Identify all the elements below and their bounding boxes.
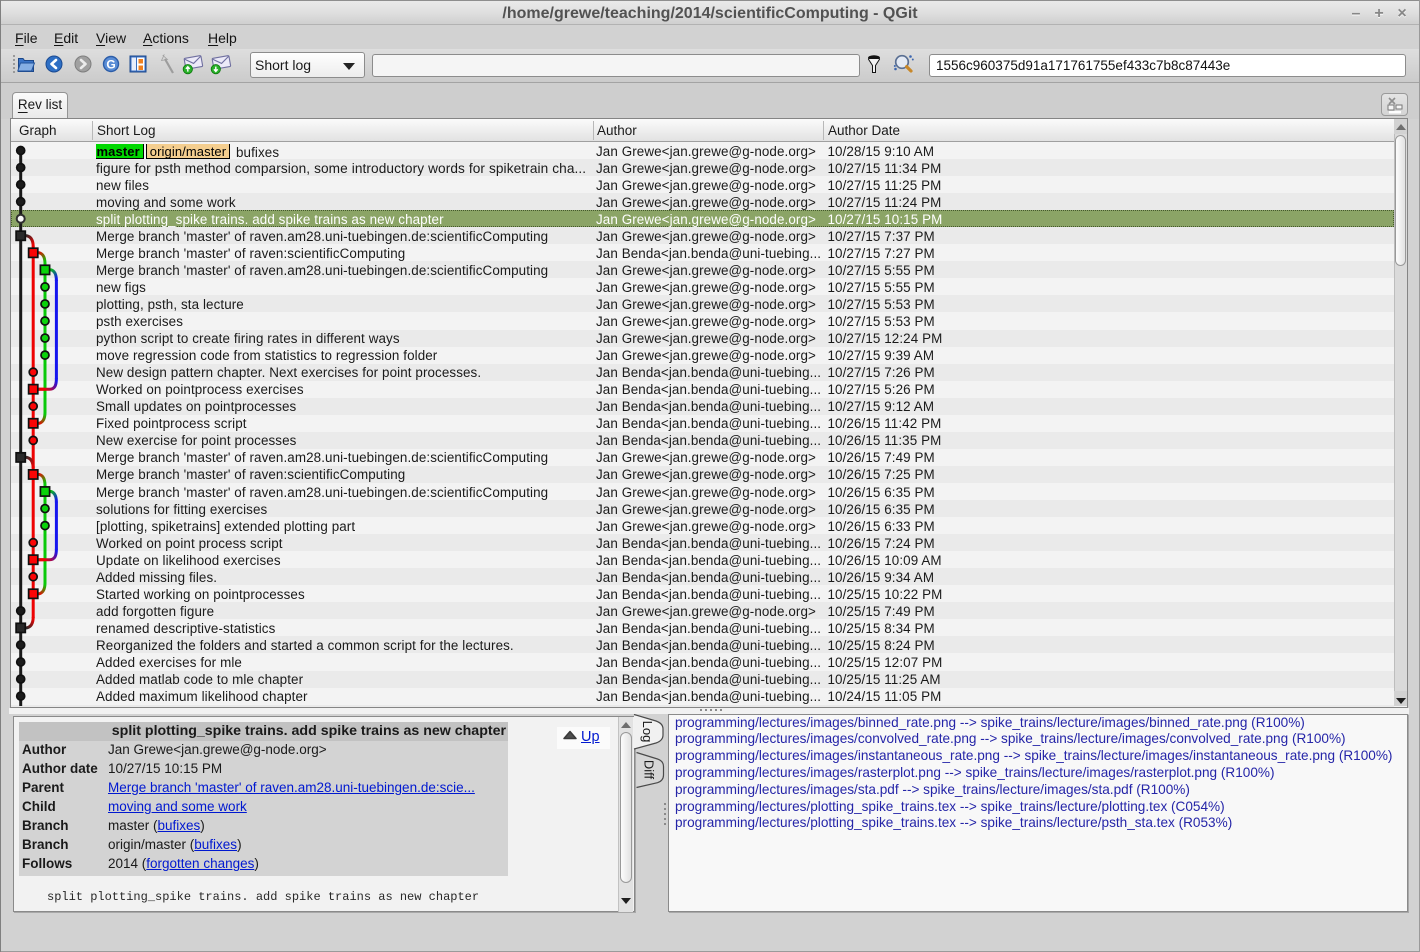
svg-text:Diff: Diff <box>642 760 657 780</box>
svg-text:Log: Log <box>640 721 655 743</box>
svg-text:G: G <box>106 58 115 72</box>
